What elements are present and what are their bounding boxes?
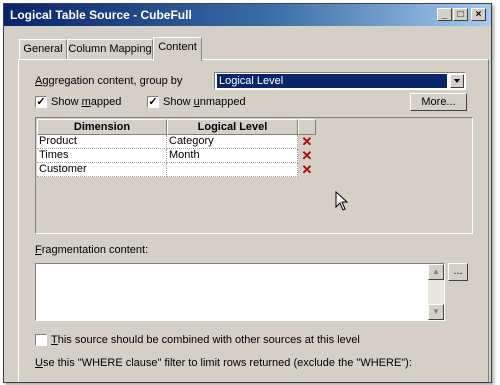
more-button[interactable]: More... bbox=[410, 93, 467, 111]
tab-column-mapping[interactable]: Column Mapping bbox=[67, 39, 153, 59]
column-header-dimension[interactable]: Dimension bbox=[37, 119, 167, 135]
tab-general[interactable]: General bbox=[19, 39, 67, 59]
delete-row-icon[interactable]: ✕ bbox=[300, 135, 314, 149]
fragmentation-textarea[interactable]: ▲ ▼ bbox=[35, 263, 445, 321]
dimension-level-grid: Dimension Logical Level Product Category… bbox=[35, 117, 473, 234]
delete-row-icon[interactable]: ✕ bbox=[300, 149, 314, 163]
dialog-window: Logical Table Source - CubeFull _ □ × Ge… bbox=[3, 3, 492, 383]
show-mapped-checkbox[interactable]: ✓ bbox=[35, 96, 47, 108]
scroll-down-icon[interactable]: ▼ bbox=[428, 304, 444, 320]
table-row-dimension[interactable]: Times bbox=[37, 149, 167, 163]
minimize-button[interactable]: _ bbox=[437, 8, 452, 21]
column-header-logical-level[interactable]: Logical Level bbox=[167, 119, 298, 135]
title-bar[interactable]: Logical Table Source - CubeFull _ □ × bbox=[4, 4, 491, 26]
aggregation-select[interactable]: Logical Level bbox=[214, 72, 466, 90]
tab-content[interactable]: Content bbox=[153, 37, 202, 61]
fragmentation-label: Fragmentation content: bbox=[35, 244, 149, 256]
aggregation-label: Aggregation content, group by bbox=[35, 75, 183, 87]
column-header-delete bbox=[298, 119, 316, 135]
show-unmapped-label: Show unmapped bbox=[163, 96, 246, 108]
table-row-level[interactable] bbox=[167, 163, 298, 177]
fragmentation-browse-button[interactable]: ... bbox=[448, 263, 468, 281]
combine-sources-checkbox[interactable] bbox=[35, 334, 47, 346]
scroll-up-icon[interactable]: ▲ bbox=[428, 264, 444, 280]
show-unmapped-checkbox[interactable]: ✓ bbox=[147, 96, 159, 108]
chevron-down-icon[interactable] bbox=[450, 74, 464, 88]
combine-sources-label: This source should be combined with othe… bbox=[51, 334, 360, 346]
where-clause-label: Use this "WHERE clause" filter to limit … bbox=[35, 357, 412, 369]
table-row-dimension[interactable]: Product bbox=[37, 135, 167, 149]
fragmentation-scrollbar[interactable]: ▲ ▼ bbox=[428, 264, 444, 320]
table-row-dimension[interactable]: Customer bbox=[37, 163, 167, 177]
close-button[interactable]: × bbox=[471, 8, 486, 21]
maximize-button[interactable]: □ bbox=[453, 8, 468, 21]
show-mapped-label: Show mapped bbox=[51, 96, 122, 108]
table-row-level[interactable]: Category bbox=[167, 135, 298, 149]
table-row-level[interactable]: Month bbox=[167, 149, 298, 163]
aggregation-selected-value: Logical Level bbox=[217, 74, 447, 88]
mouse-pointer-icon bbox=[335, 191, 349, 211]
delete-row-icon[interactable]: ✕ bbox=[300, 163, 314, 177]
window-title: Logical Table Source - CubeFull bbox=[10, 8, 192, 22]
